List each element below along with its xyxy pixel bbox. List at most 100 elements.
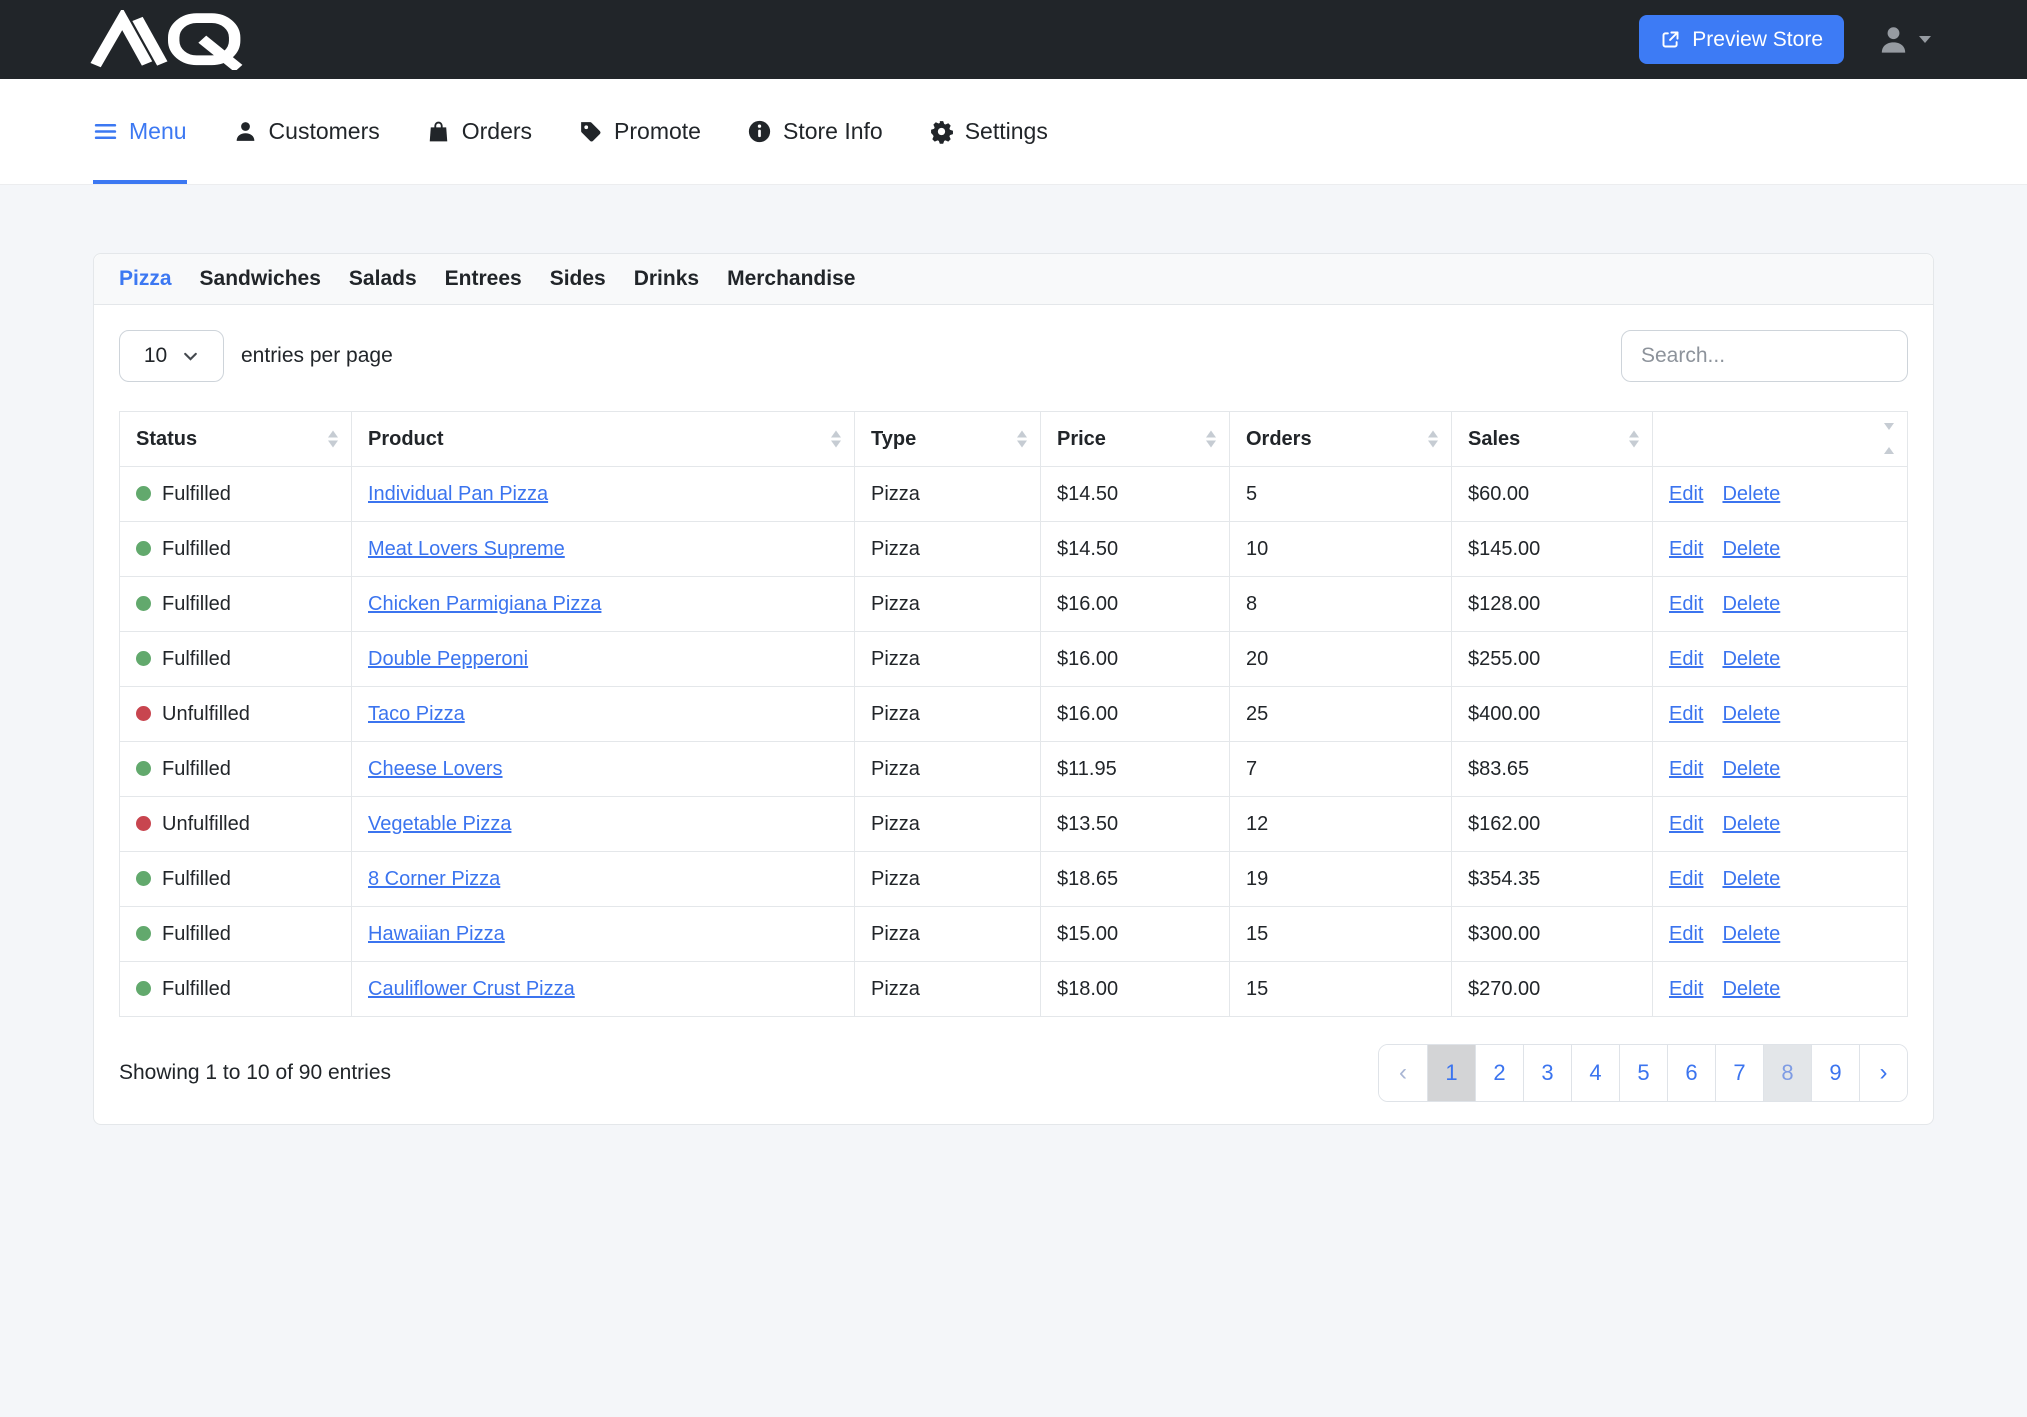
sales-cell: $83.65 [1452, 742, 1653, 797]
pagination-page-5[interactable]: 5 [1619, 1045, 1667, 1101]
row-action-delete[interactable]: Delete [1722, 703, 1780, 725]
tab-salads[interactable]: Salads [349, 267, 417, 291]
orders-cell: 5 [1230, 467, 1452, 522]
row-action-delete[interactable]: Delete [1722, 978, 1780, 1000]
nav-item-menu[interactable]: Menu [93, 79, 187, 184]
nav-item-settings[interactable]: Settings [929, 79, 1048, 184]
row-action-delete[interactable]: Delete [1722, 648, 1780, 670]
search-input[interactable] [1621, 330, 1908, 382]
tab-merchandise[interactable]: Merchandise [727, 267, 855, 291]
tab-pizza[interactable]: Pizza [119, 267, 172, 291]
row-action-edit[interactable]: Edit [1669, 923, 1703, 945]
row-action-edit[interactable]: Edit [1669, 483, 1703, 505]
product-link[interactable]: Double Pepperoni [368, 648, 528, 670]
product-link[interactable]: Cauliflower Crust Pizza [368, 978, 575, 1000]
col-header-product[interactable]: Product [352, 412, 855, 467]
pagination-page-9[interactable]: 9 [1811, 1045, 1859, 1101]
nav-item-customers[interactable]: Customers [233, 79, 380, 184]
row-action-edit[interactable]: Edit [1669, 593, 1703, 615]
product-link[interactable]: Vegetable Pizza [368, 813, 511, 835]
pagination-page-8[interactable]: 8 [1763, 1045, 1811, 1101]
sort-icon [1629, 431, 1639, 448]
row-action-delete[interactable]: Delete [1722, 593, 1780, 615]
chevron-down-icon [182, 348, 199, 365]
product-link[interactable]: Chicken Parmigiana Pizza [368, 593, 601, 615]
row-action-edit[interactable]: Edit [1669, 538, 1703, 560]
table-row: UnfulfilledTaco PizzaPizza$16.0025$400.0… [120, 687, 1908, 742]
category-tabs: Pizza Sandwiches Salads Entrees Sides Drinks M… [94, 254, 1933, 305]
col-header-type[interactable]: Type [855, 412, 1041, 467]
status-badge: Fulfilled [136, 923, 231, 945]
pagination-page-3[interactable]: 3 [1523, 1045, 1571, 1101]
tab-sandwiches[interactable]: Sandwiches [200, 267, 321, 291]
orders-cell: 8 [1230, 577, 1452, 632]
price-cell: $14.50 [1041, 522, 1230, 577]
row-action-edit[interactable]: Edit [1669, 868, 1703, 890]
tab-drinks[interactable]: Drinks [634, 267, 699, 291]
pagination-page-7[interactable]: 7 [1715, 1045, 1763, 1101]
fulfilled-dot-icon [136, 981, 151, 996]
pagination-page-6[interactable]: 6 [1667, 1045, 1715, 1101]
status-badge: Fulfilled [136, 758, 231, 780]
row-action-edit[interactable]: Edit [1669, 978, 1703, 1000]
product-link[interactable]: Cheese Lovers [368, 758, 503, 780]
orders-cell: 19 [1230, 852, 1452, 907]
row-action-delete[interactable]: Delete [1722, 483, 1780, 505]
pagination-page-1[interactable]: 1 [1427, 1045, 1475, 1101]
type-cell: Pizza [855, 797, 1041, 852]
pagination-next-button[interactable]: › [1859, 1045, 1907, 1101]
fulfilled-dot-icon [136, 651, 151, 666]
product-link[interactable]: 8 Corner Pizza [368, 868, 500, 890]
nav-item-promote[interactable]: Promote [578, 79, 701, 184]
pagination-prev-button[interactable]: ‹ [1379, 1045, 1427, 1101]
product-link[interactable]: Hawaiian Pizza [368, 923, 505, 945]
status-text: Fulfilled [162, 538, 231, 560]
row-action-delete[interactable]: Delete [1722, 923, 1780, 945]
pagination-page-4[interactable]: 4 [1571, 1045, 1619, 1101]
entries-per-page-select[interactable]: 10 [119, 330, 224, 382]
col-header-price[interactable]: Price [1041, 412, 1230, 467]
sales-cell: $145.00 [1452, 522, 1653, 577]
row-action-edit[interactable]: Edit [1669, 813, 1703, 835]
showing-entries-text: Showing 1 to 10 of 90 entries [119, 1061, 391, 1085]
price-cell: $16.00 [1041, 632, 1230, 687]
product-link[interactable]: Taco Pizza [368, 703, 465, 725]
row-action-delete[interactable]: Delete [1722, 868, 1780, 890]
tab-sides[interactable]: Sides [550, 267, 606, 291]
product-link[interactable]: Meat Lovers Supreme [368, 538, 565, 560]
col-header-actions[interactable] [1653, 412, 1908, 467]
table-row: FulfilledDouble PepperoniPizza$16.0020$2… [120, 632, 1908, 687]
tag-icon [578, 119, 603, 144]
account-menu[interactable] [1877, 23, 1931, 56]
orders-cell: 20 [1230, 632, 1452, 687]
row-action-delete[interactable]: Delete [1722, 758, 1780, 780]
sort-icon [1428, 431, 1438, 448]
tab-entrees[interactable]: Entrees [445, 267, 522, 291]
col-header-sales[interactable]: Sales [1452, 412, 1653, 467]
row-action-delete[interactable]: Delete [1722, 538, 1780, 560]
nav-item-label: Settings [965, 118, 1048, 145]
price-cell: $18.65 [1041, 852, 1230, 907]
type-cell: Pizza [855, 742, 1041, 797]
user-avatar-icon [1877, 23, 1910, 56]
nav-item-orders[interactable]: Orders [426, 79, 532, 184]
col-header-status[interactable]: Status [120, 412, 352, 467]
row-action-edit[interactable]: Edit [1669, 648, 1703, 670]
row-action-edit[interactable]: Edit [1669, 758, 1703, 780]
preview-store-button[interactable]: Preview Store [1639, 15, 1844, 64]
product-link[interactable]: Individual Pan Pizza [368, 483, 548, 505]
status-text: Fulfilled [162, 923, 231, 945]
table-row: FulfilledIndividual Pan PizzaPizza$14.50… [120, 467, 1908, 522]
pagination-page-2[interactable]: 2 [1475, 1045, 1523, 1101]
col-header-orders[interactable]: Orders [1230, 412, 1452, 467]
nav-item-label: Promote [614, 118, 701, 145]
status-badge: Unfulfilled [136, 703, 250, 725]
nav-item-label: Customers [269, 118, 380, 145]
table-row: UnfulfilledVegetable PizzaPizza$13.5012$… [120, 797, 1908, 852]
sales-cell: $162.00 [1452, 797, 1653, 852]
row-action-edit[interactable]: Edit [1669, 703, 1703, 725]
status-text: Fulfilled [162, 648, 231, 670]
row-action-delete[interactable]: Delete [1722, 813, 1780, 835]
column-label: Sales [1468, 428, 1520, 450]
nav-item-store-info[interactable]: Store Info [747, 79, 883, 184]
